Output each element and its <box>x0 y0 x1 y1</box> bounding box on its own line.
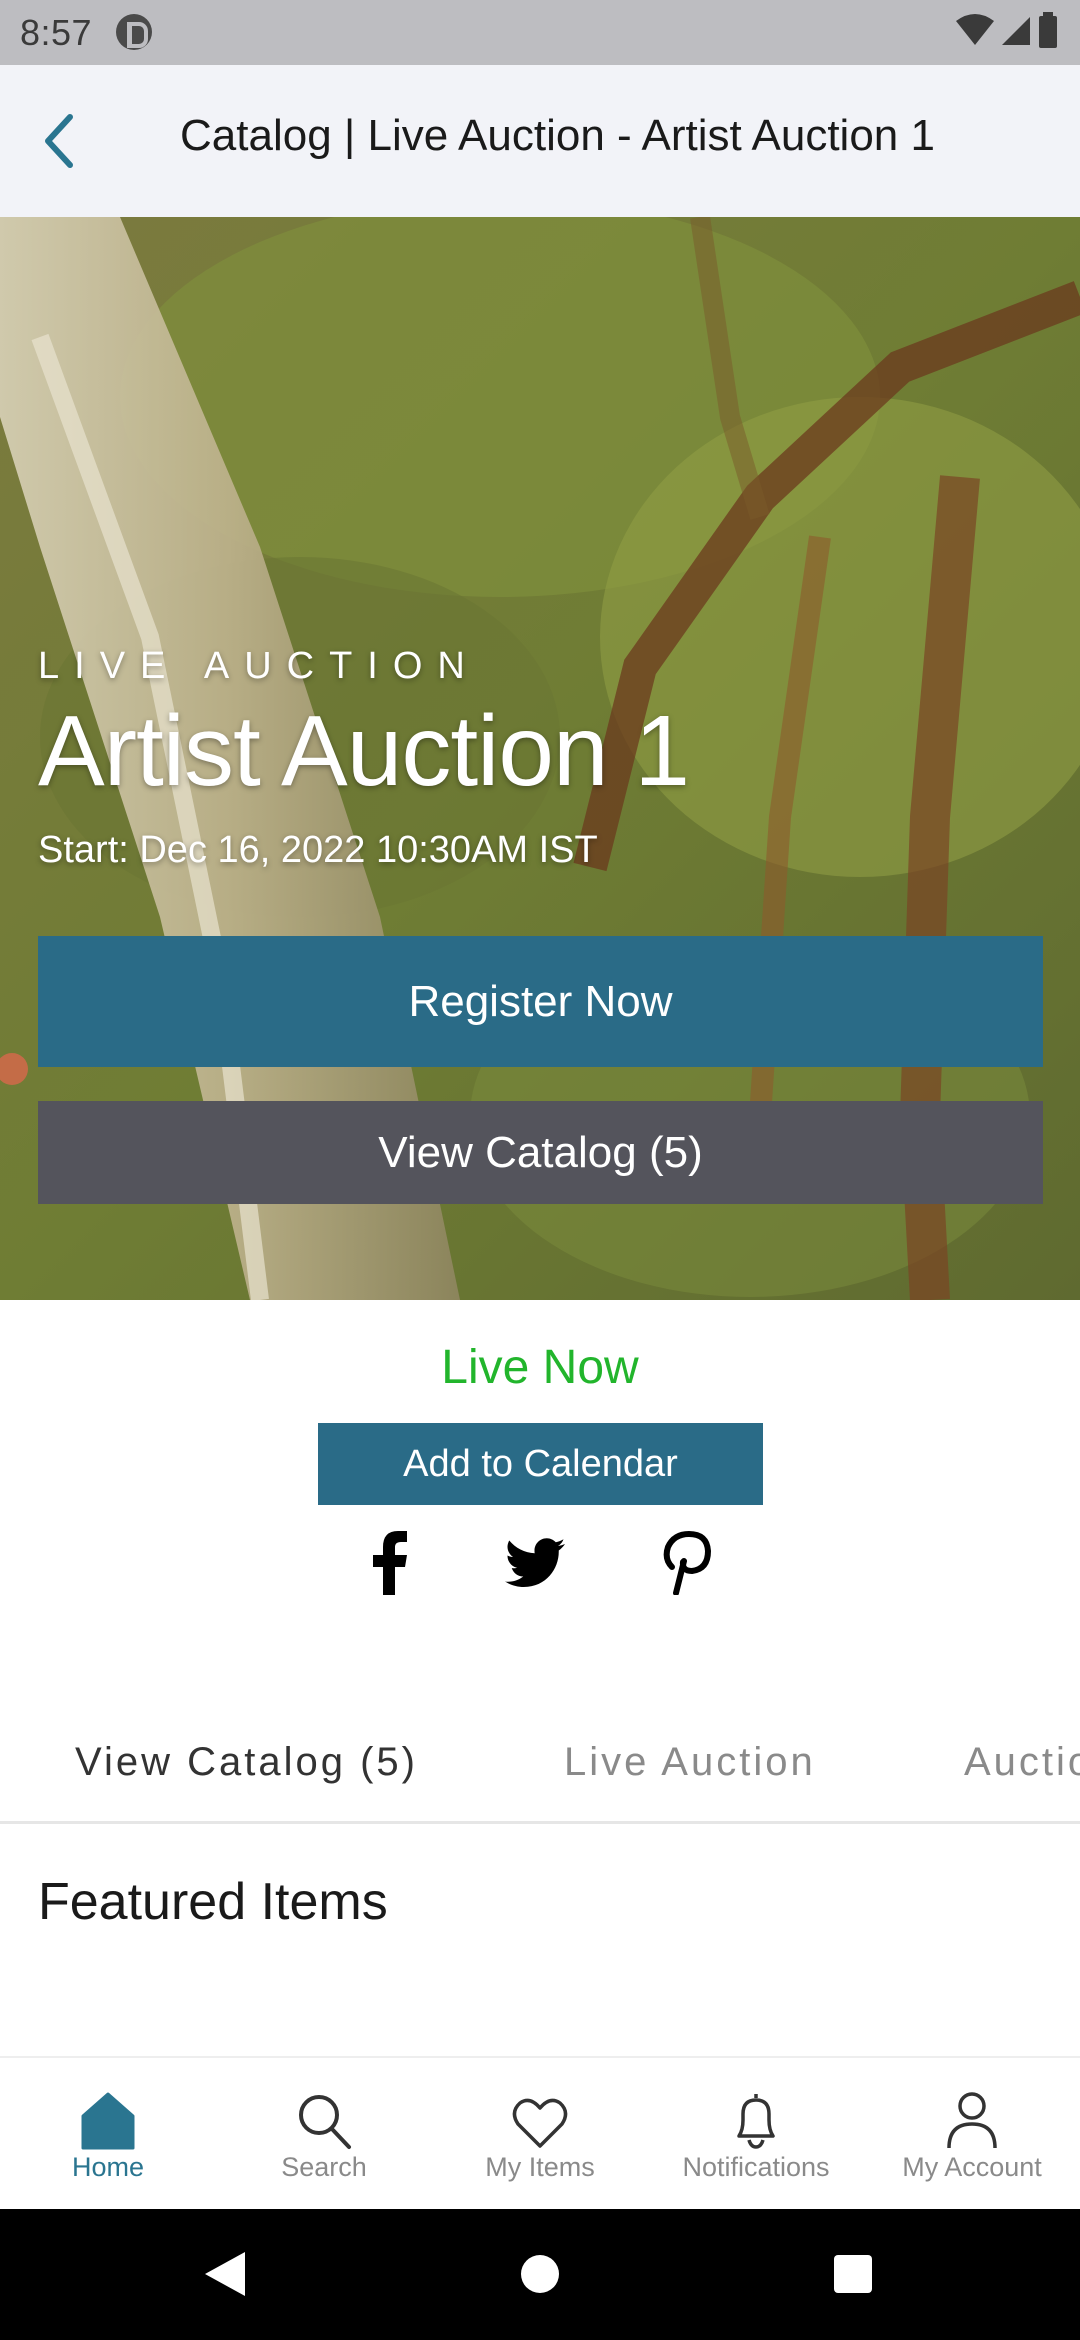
pinterest-share-button[interactable] <box>652 1528 722 1598</box>
nav-search-label: Search <box>281 2152 367 2182</box>
auction-hero: LIVE AUCTION Artist Auction 1 Start: Dec… <box>0 217 1080 1300</box>
battery-icon <box>1039 12 1057 48</box>
facebook-icon <box>373 1531 407 1595</box>
back-button[interactable] <box>28 109 92 173</box>
wifi-icon <box>956 14 994 45</box>
tab-view-catalog[interactable]: View Catalog (5) <box>75 1740 418 1785</box>
auction-type-label: LIVE AUCTION <box>38 645 480 687</box>
home-circle-icon <box>521 2255 559 2293</box>
register-now-button[interactable]: Register Now <box>38 936 1043 1067</box>
nav-home-label: Home <box>71 2152 145 2182</box>
recents-square-icon <box>834 2255 872 2293</box>
nav-my-account[interactable]: My Account <box>864 2058 1080 2211</box>
app-notification-icon <box>116 14 152 50</box>
system-home-button[interactable] <box>505 2239 575 2309</box>
person-icon <box>947 2092 997 2149</box>
tab-live-auction[interactable]: Live Auction <box>564 1740 816 1785</box>
status-time: 8:57 <box>20 12 93 53</box>
status-indicators <box>956 12 1058 48</box>
featured-items-heading: Featured Items <box>38 1873 388 1931</box>
system-back-button[interactable] <box>190 2239 260 2309</box>
chevron-left-icon <box>45 114 73 168</box>
auction-start-time: Start: Dec 16, 2022 10:30AM IST <box>38 829 598 871</box>
add-to-calendar-button[interactable]: Add to Calendar <box>318 1423 763 1505</box>
tab-auction-info[interactable]: Auctio <box>964 1740 1080 1785</box>
twitter-icon <box>505 1538 565 1587</box>
nav-notifications-label: Notifications <box>682 2152 830 2182</box>
twitter-share-button[interactable] <box>500 1528 570 1598</box>
bottom-navigation: Home Search My Items Notifications My Ac… <box>0 2056 1080 2209</box>
bell-icon <box>737 2094 775 2149</box>
hero-text: LIVE AUCTION Artist Auction 1 Start: Dec… <box>38 645 690 872</box>
search-icon <box>299 2095 351 2149</box>
auction-title: Artist Auction 1 <box>38 695 690 807</box>
nav-notifications[interactable]: Notifications <box>648 2058 864 2211</box>
nav-my-items[interactable]: My Items <box>432 2058 648 2211</box>
nav-home[interactable]: Home <box>0 2058 216 2211</box>
pinterest-icon <box>663 1531 712 1595</box>
page-title: Catalog | Live Auction - Artist Auction … <box>180 111 935 160</box>
back-triangle-icon <box>205 2252 245 2296</box>
home-icon <box>81 2092 135 2150</box>
heart-icon <box>512 2098 568 2148</box>
catalog-tabs: View Catalog (5) Live Auction Auctio <box>0 1728 1080 1824</box>
nav-search[interactable]: Search <box>216 2058 432 2211</box>
app-bar: Catalog | Live Auction - Artist Auction … <box>0 65 1080 217</box>
nav-my-items-label: My Items <box>485 2152 595 2182</box>
live-now-status: Live Now <box>441 1341 639 1394</box>
view-catalog-button[interactable]: View Catalog (5) <box>38 1101 1043 1204</box>
system-navigation-bar <box>0 2209 1080 2340</box>
nav-my-account-label: My Account <box>902 2152 1042 2182</box>
system-recents-button[interactable] <box>818 2239 888 2309</box>
signal-icon <box>1002 17 1030 45</box>
status-bar: 8:57 <box>0 0 1080 65</box>
facebook-share-button[interactable] <box>354 1528 424 1598</box>
